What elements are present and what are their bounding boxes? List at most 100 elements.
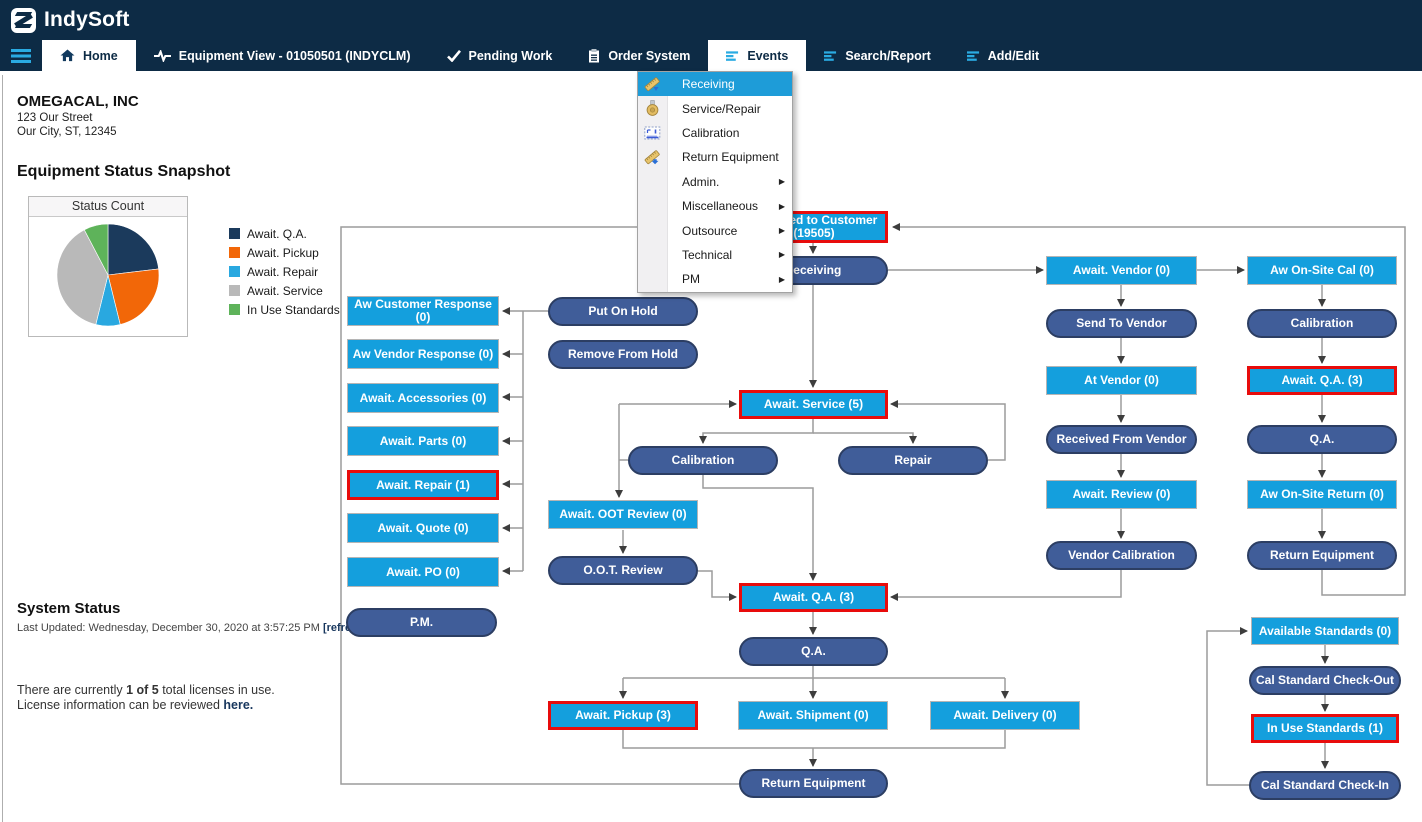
no-icon: [643, 173, 661, 191]
tab-label: Pending Work: [469, 49, 553, 63]
ruler-return-icon: [643, 148, 661, 166]
flow-node-await-shipment-0[interactable]: Await. Shipment (0): [738, 701, 888, 730]
flow-node-label: P.M.: [406, 616, 437, 629]
menu-item-technical[interactable]: Technical ▶: [638, 243, 792, 267]
flow-node-label: Vendor Calibration: [1064, 549, 1179, 562]
flow-node-await-delivery-0[interactable]: Await. Delivery (0): [930, 701, 1080, 730]
gear-icon: [643, 100, 661, 118]
flow-node-return-equipment[interactable]: Return Equipment: [739, 769, 888, 798]
menu-item-calibration[interactable]: Calibration: [638, 121, 792, 145]
legend-item: Await. Q.A.: [229, 224, 340, 243]
flow-node-available-standards-0[interactable]: Available Standards (0): [1251, 617, 1399, 645]
tab-search-report[interactable]: Search/Report: [806, 40, 948, 71]
flow-node-await-pickup-3[interactable]: Await. Pickup (3): [548, 701, 698, 730]
flow-node-label: Calibration: [1287, 317, 1358, 330]
flow-node-received-from-vendor[interactable]: Received From Vendor: [1046, 425, 1197, 454]
flow-node-repair[interactable]: Repair: [838, 446, 988, 475]
menu-item-miscellaneous[interactable]: Miscellaneous▶: [638, 194, 792, 218]
menu-item-label: Technical: [682, 248, 732, 262]
menu-item-return-equipment[interactable]: Return Equipment: [638, 145, 792, 169]
flow-node-label: Aw Vendor Response (0): [349, 348, 497, 361]
company-address-line2: Our City, ST, 12345: [17, 126, 117, 138]
last-updated-prefix: Last Updated: Wednesday, December 30, 20…: [17, 622, 323, 634]
flow-node-label: Await. Quote (0): [373, 522, 472, 535]
flow-node-await-service-5[interactable]: Await. Service (5): [739, 390, 888, 419]
flow-node-await-repair-1[interactable]: Await. Repair (1): [347, 470, 499, 500]
submenu-arrow-icon: ▶: [779, 250, 785, 259]
flow-node-await-quote-0[interactable]: Await. Quote (0): [347, 513, 499, 543]
flow-node-aw-customer-response-0[interactable]: Aw Customer Response (0): [347, 296, 499, 326]
flow-node-p-m[interactable]: P.M.: [346, 608, 497, 637]
flow-node-vendor-calibration[interactable]: Vendor Calibration: [1046, 541, 1197, 570]
flow-node-await-accessories-0[interactable]: Await. Accessories (0): [347, 383, 499, 413]
flow-node-aw-on-site-return-0[interactable]: Aw On-Site Return (0): [1247, 480, 1397, 509]
license-count: 1 of 5: [126, 683, 159, 697]
flow-node-remove-from-hold[interactable]: Remove From Hold: [548, 340, 698, 369]
flow-node-await-q-a-3[interactable]: Await. Q.A. (3): [739, 583, 888, 612]
flow-node-label: Q.A.: [1306, 433, 1339, 446]
flow-node-put-on-hold[interactable]: Put On Hold: [548, 297, 698, 326]
tab-home[interactable]: Home: [42, 40, 136, 71]
flow-node-at-vendor-0[interactable]: At Vendor (0): [1046, 366, 1197, 395]
flow-node-label: Aw Customer Response (0): [348, 298, 498, 324]
flow-node-await-vendor-0[interactable]: Await. Vendor (0): [1046, 256, 1197, 285]
flow-node-await-parts-0[interactable]: Await. Parts (0): [347, 426, 499, 456]
company-name: OMEGACAL, INC: [17, 93, 139, 110]
tab-events[interactable]: Events: [708, 40, 806, 71]
workflow-connector-line: [891, 570, 1121, 597]
tab-equipment-view-01050501-indyclm[interactable]: Equipment View - 01050501 (INDYCLM): [136, 40, 429, 71]
tab-pending-work[interactable]: Pending Work: [429, 40, 571, 71]
flow-node-q-a[interactable]: Q.A.: [1247, 425, 1397, 454]
list-icon: [967, 50, 980, 62]
legend-label: Await. Repair: [247, 265, 318, 279]
flow-node-label: Available Standards (0): [1255, 625, 1395, 638]
company-address-line1: 123 Our Street: [17, 112, 92, 124]
flow-node-label: Await. Pickup (3): [571, 709, 675, 722]
menu-item-outsource[interactable]: Outsource ▶: [638, 218, 792, 242]
tab-label: Home: [83, 49, 118, 63]
flow-node-o-o-t-review[interactable]: O.O.T. Review: [548, 556, 698, 585]
submenu-arrow-icon: ▶: [779, 177, 785, 186]
flow-node-await-oot-review-0[interactable]: Await. OOT Review (0): [548, 500, 698, 529]
menu-item-label: Miscellaneous: [682, 199, 758, 213]
license-status-text: There are currently 1 of 5 total license…: [17, 683, 302, 712]
flow-node-cal-standard-check-out[interactable]: Cal Standard Check-Out: [1249, 666, 1401, 695]
flow-node-in-use-standards-1[interactable]: In Use Standards (1): [1251, 714, 1399, 743]
home-icon: [60, 49, 75, 62]
flow-node-label: Cal Standard Check-In: [1257, 779, 1393, 792]
legend-item: Await. Pickup: [229, 243, 340, 262]
workflow-connector-line: [703, 475, 813, 580]
menu-item-label: Calibration: [682, 126, 739, 140]
workflow-connector-line: [1207, 631, 1251, 785]
flow-node-label: Q.A.: [797, 645, 830, 658]
flow-node-calibration[interactable]: Calibration: [1247, 309, 1397, 338]
flow-node-aw-vendor-response-0[interactable]: Aw Vendor Response (0): [347, 339, 499, 369]
flow-node-return-equipment[interactable]: Return Equipment: [1247, 541, 1397, 570]
list-icon: [726, 50, 739, 62]
flow-node-cal-standard-check-in[interactable]: Cal Standard Check-In: [1249, 771, 1401, 800]
indysoft-app: Aw Customer Response (0) Aw Vendor Respon…: [0, 0, 1422, 822]
flow-node-aw-on-site-cal-0[interactable]: Aw On-Site Cal (0): [1247, 256, 1397, 285]
menu-item-service-repair[interactable]: Service/Repair: [638, 96, 792, 120]
flow-node-await-q-a-3[interactable]: Await. Q.A. (3): [1247, 366, 1397, 395]
flow-node-calibration[interactable]: Calibration: [628, 446, 778, 475]
submenu-arrow-icon: ▶: [779, 226, 785, 235]
submenu-arrow-icon: ▶: [779, 275, 785, 284]
workflow-connector-line: [703, 419, 813, 443]
flow-node-send-to-vendor[interactable]: Send To Vendor: [1046, 309, 1197, 338]
menu-item-label: Outsource: [682, 224, 737, 238]
tab-add-edit[interactable]: Add/Edit: [949, 40, 1057, 71]
status-count-panel: Status Count: [28, 196, 188, 337]
flow-node-await-review-0[interactable]: Await. Review (0): [1046, 480, 1197, 509]
legend-swatch: [229, 228, 240, 239]
status-count-panel-title: Status Count: [29, 197, 187, 217]
no-icon: [643, 222, 661, 240]
license-here-link[interactable]: here.: [223, 698, 253, 712]
flow-node-await-po-0[interactable]: Await. PO (0): [347, 557, 499, 587]
tab-order-system[interactable]: Order System: [570, 40, 708, 71]
menu-item-pm[interactable]: PM▶: [638, 267, 792, 291]
hamburger-menu-icon[interactable]: [0, 40, 42, 71]
menu-item-receiving[interactable]: Receiving: [638, 72, 792, 96]
flow-node-q-a[interactable]: Q.A.: [739, 637, 888, 666]
menu-item-admin[interactable]: Admin.▶: [638, 170, 792, 194]
